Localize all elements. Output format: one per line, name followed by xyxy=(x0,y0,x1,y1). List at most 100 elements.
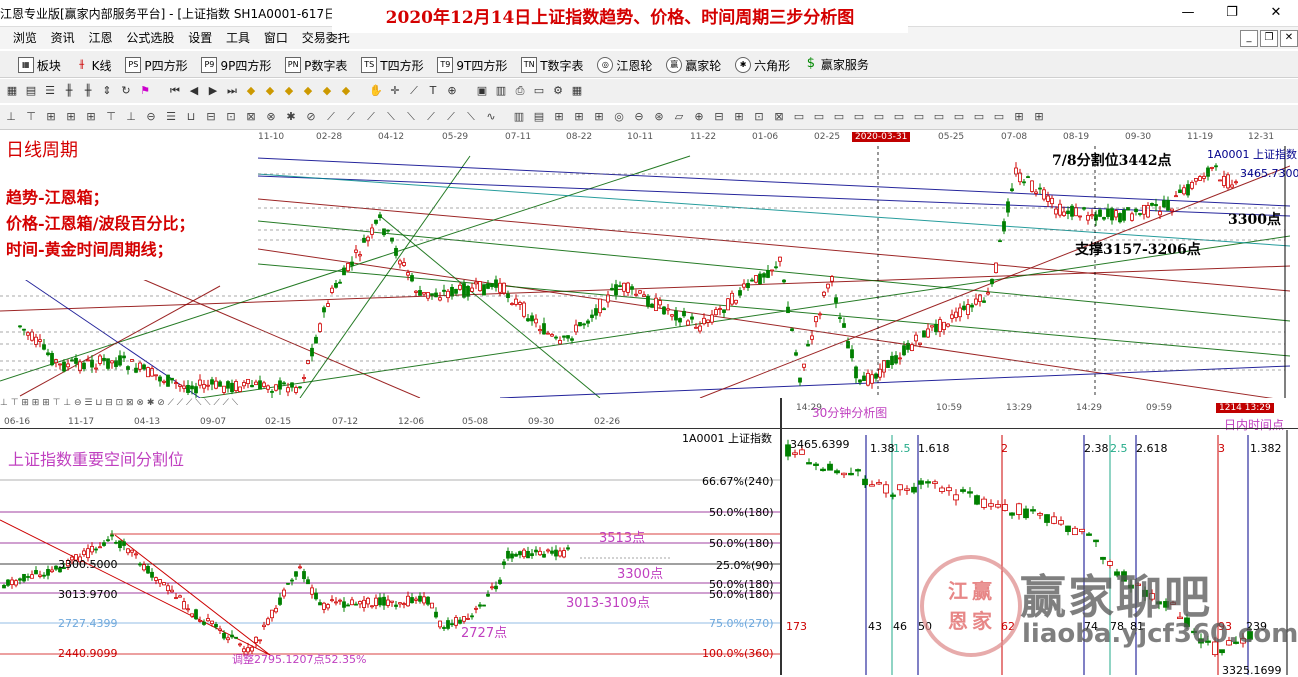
toolbar-ps-button[interactable]: PS P四方形 xyxy=(125,52,188,78)
circle-tool-icon[interactable]: ⊖ xyxy=(142,108,160,126)
toolbar-pn-button[interactable]: PN P数字表 xyxy=(285,52,347,78)
tool-icon[interactable]: ▭ xyxy=(830,108,848,126)
menu-window[interactable]: 窗口 xyxy=(259,27,293,49)
toolbar-p9-button[interactable]: P9 9P四方形 xyxy=(201,52,271,78)
zoom-out-icon[interactable]: ◆ xyxy=(262,83,278,99)
tool-icon[interactable]: ⊞ xyxy=(42,108,60,126)
bar-icon[interactable]: ╫ xyxy=(61,83,77,99)
tool-icon[interactable]: ⊞ xyxy=(550,108,568,126)
minimize-button[interactable]: — xyxy=(1166,0,1210,26)
restore-button[interactable]: ❐ xyxy=(1210,0,1254,26)
menu-browse[interactable]: 浏览 xyxy=(8,27,42,49)
last-icon[interactable]: ⏭ xyxy=(224,83,240,99)
toolbar-ts-button[interactable]: TS T四方形 xyxy=(361,52,424,78)
zoom-icon[interactable]: ◆ xyxy=(338,83,354,99)
menu-settings[interactable]: 设置 xyxy=(183,27,217,49)
tool-icon[interactable]: ▭ xyxy=(850,108,868,126)
tool-icon[interactable]: ⊟ xyxy=(710,108,728,126)
grid-icon[interactable]: ▦ xyxy=(4,83,20,99)
toolbar-tn-button[interactable]: TN T数字表 xyxy=(521,52,584,78)
tool-icon[interactable]: ⊞ xyxy=(570,108,588,126)
fan-tool-icon[interactable]: ⟋ xyxy=(322,108,340,126)
tool-icon[interactable]: ▭ xyxy=(970,108,988,126)
fan-tool-icon[interactable]: ⟋ xyxy=(362,108,380,126)
tool-icon[interactable]: ▭ xyxy=(930,108,948,126)
tool-icon[interactable]: ✱ xyxy=(282,108,300,126)
tool-icon[interactable]: ▭ xyxy=(790,108,808,126)
toolbar-winner-wheel-button[interactable]: 赢赢家轮 xyxy=(666,52,721,78)
tool-icon[interactable]: ▭ xyxy=(950,108,968,126)
tool-icon[interactable]: ⊘ xyxy=(302,108,320,126)
tool-icon[interactable]: ⊥ ⊤ ⊞ ⊞ ⊞ ⊤ ⊥ ⊖ ☰ ⊔ ⊟ ⊡ ⊠ ⊗ ✱ ⊘ ⟋ ⟋ ⟋ ⟍ … xyxy=(0,398,238,408)
flag-icon[interactable]: ⚑ xyxy=(137,83,153,99)
tool-icon[interactable]: ▭ xyxy=(910,108,928,126)
menu-info[interactable]: 资讯 xyxy=(46,27,80,49)
fan-tool-icon[interactable]: ⟍ xyxy=(382,108,400,126)
tool-icon[interactable]: ⊡ xyxy=(222,108,240,126)
toolbar-gann-wheel-button[interactable]: ◎ 江恩轮 xyxy=(597,52,652,78)
zoom-icon[interactable]: ◆ xyxy=(300,83,316,99)
tool-icon[interactable]: ⊞ xyxy=(82,108,100,126)
fan-tool-icon[interactable]: ⟋ xyxy=(342,108,360,126)
line-tool-icon[interactable]: ⟋ xyxy=(406,83,422,99)
tool-icon[interactable]: ⊞ xyxy=(590,108,608,126)
menu-tools[interactable]: 工具 xyxy=(221,27,255,49)
mdi-restore-button[interactable]: ❐ xyxy=(1260,30,1278,47)
document-icon[interactable]: ▤ xyxy=(23,83,39,99)
monitor-icon[interactable]: ▭ xyxy=(531,83,547,99)
settings-icon[interactable]: ⚙ xyxy=(550,83,566,99)
mdi-minimize-button[interactable]: _ xyxy=(1240,30,1258,47)
tool-icon[interactable]: ⊕ xyxy=(690,108,708,126)
tool-icon[interactable]: ▤ xyxy=(530,108,548,126)
close-button[interactable]: ✕ xyxy=(1254,0,1298,26)
tool-icon[interactable]: ▱ xyxy=(670,108,688,126)
zoom-in-icon[interactable]: ◆ xyxy=(243,83,259,99)
prev-icon[interactable]: ◀ xyxy=(186,83,202,99)
fan-tool-icon[interactable]: ⟋ xyxy=(442,108,460,126)
tool-icon[interactable]: ⊠ xyxy=(242,108,260,126)
toolbar-t9-button[interactable]: T9 9T四方形 xyxy=(437,52,507,78)
tool-icon[interactable]: ⊟ xyxy=(202,108,220,126)
toolbar-service-button[interactable]: $ 赢家服务 xyxy=(804,51,869,77)
fan-tool-icon[interactable]: ⟋ xyxy=(422,108,440,126)
menu-formula[interactable]: 公式选股 xyxy=(121,27,179,49)
next-icon[interactable]: ▶ xyxy=(205,83,221,99)
menu-gann[interactable]: 江恩 xyxy=(84,27,118,49)
tool-icon[interactable]: ⊛ xyxy=(650,108,668,126)
fan-tool-icon[interactable]: ∿ xyxy=(482,108,500,126)
space-division-chart[interactable] xyxy=(0,430,780,675)
zoom-icon[interactable]: ◆ xyxy=(319,83,335,99)
tool-icon[interactable]: ▭ xyxy=(990,108,1008,126)
dropdown-icon[interactable]: ⇕ xyxy=(99,83,115,99)
hand-icon[interactable]: ✋ xyxy=(368,83,384,99)
tool-icon[interactable]: ▭ xyxy=(890,108,908,126)
tool-icon[interactable]: ▭ xyxy=(810,108,828,126)
tool-icon[interactable]: ⊤ xyxy=(102,108,120,126)
print-icon[interactable]: ⎙ xyxy=(512,83,528,99)
text-tool-icon[interactable]: T xyxy=(425,83,441,99)
tool-icon[interactable]: ▭ xyxy=(870,108,888,126)
fan-tool-icon[interactable]: ⟍ xyxy=(462,108,480,126)
fan-tool-icon[interactable]: ⟍ xyxy=(402,108,420,126)
tool-icon[interactable]: ⊤ xyxy=(22,108,40,126)
bar-icon[interactable]: ╫ xyxy=(80,83,96,99)
tool-icon[interactable]: ⊔ xyxy=(182,108,200,126)
mode-icon[interactable]: ⊕ xyxy=(444,83,460,99)
grid-icon[interactable]: ⊞ xyxy=(1030,108,1048,126)
tool-icon[interactable]: ⊥ xyxy=(2,108,20,126)
tool-icon[interactable]: ⊞ xyxy=(730,108,748,126)
tool-icon[interactable]: ◎ xyxy=(610,108,628,126)
calculator-icon[interactable]: ▣ xyxy=(474,83,490,99)
tool-icon[interactable]: ⊞ xyxy=(62,108,80,126)
grid-icon[interactable]: ⊞ xyxy=(1010,108,1028,126)
info-icon[interactable]: ▦ xyxy=(569,83,585,99)
tool-icon[interactable]: ⊥ xyxy=(122,108,140,126)
toolbar-hexagon-button[interactable]: ✱ 六角形 xyxy=(735,52,790,78)
first-icon[interactable]: ⏮ xyxy=(167,83,183,99)
mdi-close-button[interactable]: ✕ xyxy=(1280,30,1298,47)
toolbar-kline-button[interactable]: ╫ K线 xyxy=(75,52,111,78)
refresh-icon[interactable]: ↻ xyxy=(118,83,134,99)
tool-icon[interactable]: ⊠ xyxy=(770,108,788,126)
crosshair-icon[interactable]: ✛ xyxy=(387,83,403,99)
list-icon[interactable]: ☰ xyxy=(42,83,58,99)
